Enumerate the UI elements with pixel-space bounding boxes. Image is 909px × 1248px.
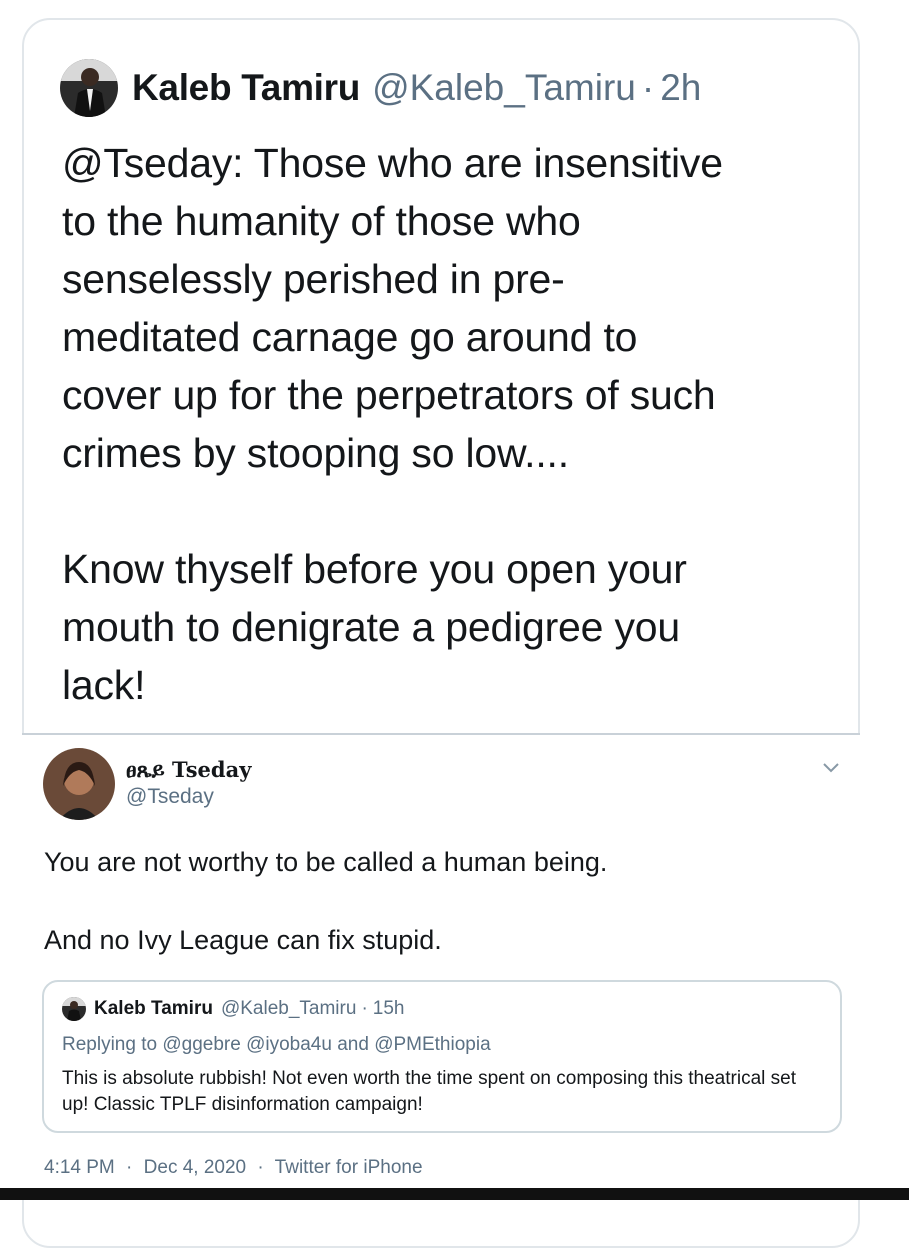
replying-label: Replying to: [62, 1034, 158, 1055]
nested-quote-handle: @Kaleb_Tamiru: [220, 998, 357, 1019]
meta-separator-2: ·: [257, 1157, 264, 1178]
reply-author-avatar[interactable]: [43, 748, 115, 820]
reply-source[interactable]: Twitter for iPhone: [275, 1157, 423, 1178]
reply-author-name[interactable]: ፀጼይ Tseday: [126, 757, 251, 783]
reply-body: You are not worthy to be called a human …: [44, 843, 824, 959]
meta-separator-1: ·: [126, 1157, 133, 1178]
mention-pmethiopia[interactable]: @PMEthiopia: [374, 1034, 490, 1055]
reply-time[interactable]: 4:14 PM: [44, 1157, 115, 1178]
replying-to: Replying to @ggebre @iyoba4u and @PMEthi…: [62, 1034, 491, 1056]
reply-author-handle[interactable]: @Tseday: [126, 785, 214, 809]
tweet-paragraph-1: @Tseday: Those who are insensitive to th…: [62, 140, 723, 476]
mention-ggebre[interactable]: @ggebre: [162, 1034, 240, 1055]
header-separator: ·: [641, 67, 655, 108]
quoted-reply-screenshot: ፀጼይ Tseday @Tseday You are not worthy to…: [22, 735, 860, 1200]
nested-quote-author: Kaleb Tamiru: [94, 998, 213, 1019]
tweet-header: Kaleb Tamiru @Kaleb_Tamiru · 2h: [60, 58, 701, 118]
tweet-body: @Tseday: Those who are insensitive to th…: [62, 134, 842, 714]
nested-quote-time: 15h: [372, 998, 405, 1019]
nested-quote-header: Kaleb Tamiru @Kaleb_Tamiru · 15h: [62, 994, 404, 1024]
author-avatar[interactable]: [60, 59, 118, 117]
nested-quote-card[interactable]: Kaleb Tamiru @Kaleb_Tamiru · 15h Replyin…: [42, 980, 842, 1133]
author-handle[interactable]: @Kaleb_Tamiru: [372, 67, 636, 109]
chevron-down-icon[interactable]: [818, 755, 844, 781]
author-name[interactable]: Kaleb Tamiru: [132, 67, 360, 109]
tweet-time[interactable]: 2h: [660, 67, 701, 109]
reply-meta: 4:14 PM · Dec 4, 2020 · Twitter for iPho…: [44, 1157, 429, 1179]
tweet-paragraph-2: Know thyself before you open your mouth …: [62, 546, 687, 708]
reply-line-2: And no Ivy League can fix stupid.: [44, 925, 442, 955]
nested-quote-separator: ·: [361, 998, 368, 1019]
bottom-edge-bar: [0, 1188, 909, 1200]
reply-line-1: You are not worthy to be called a human …: [44, 847, 608, 877]
nested-quote-text: This is absolute rubbish! Not even worth…: [62, 1068, 796, 1115]
mention-and: and: [337, 1034, 369, 1055]
reply-date[interactable]: Dec 4, 2020: [144, 1157, 246, 1178]
mention-iyoba4u[interactable]: @iyoba4u: [246, 1034, 332, 1055]
nested-quote-avatar: [62, 997, 86, 1021]
